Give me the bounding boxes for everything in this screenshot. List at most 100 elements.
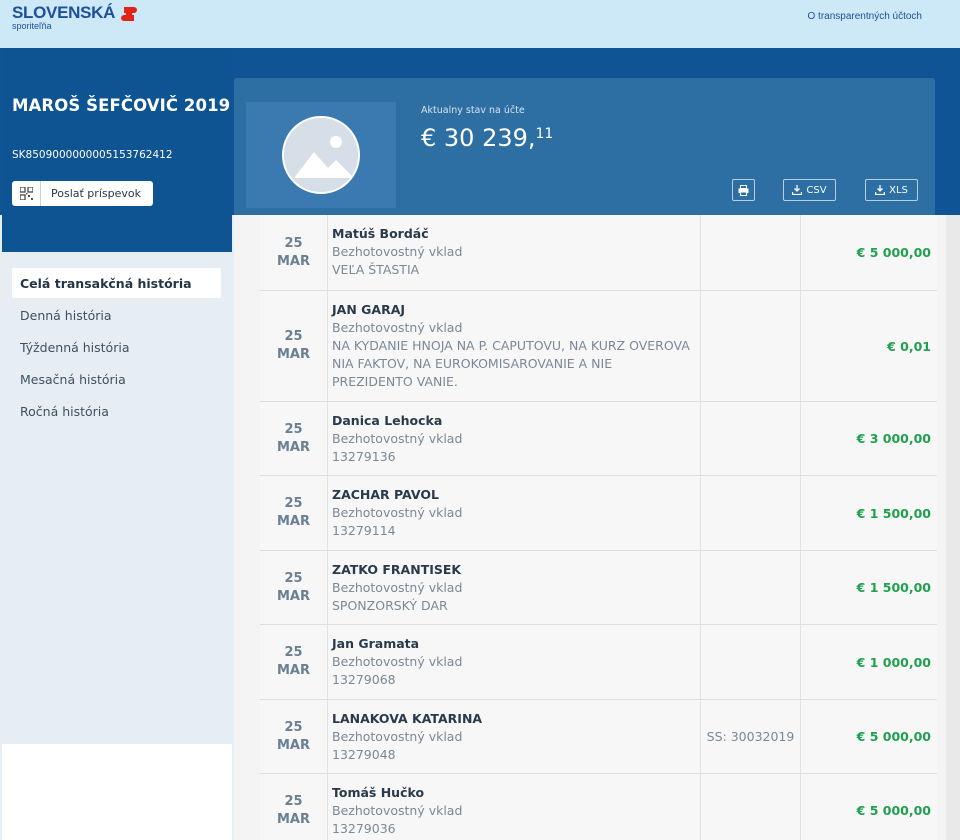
transaction-reference [700,774,801,840]
transaction-note: 13279136 [332,449,396,464]
xls-export-label: XLS [889,184,908,196]
transaction-amount: € 5 000,00 [856,803,931,818]
account-iban: SK8509000000005153762412 [12,149,173,161]
transaction-note: 13279068 [332,672,396,687]
transaction-date: 25 MAR [260,700,328,773]
transaction-day: 25 [284,719,303,735]
transaction-type: Bezhotovostný vklad [332,580,463,595]
balance-label: Aktualny stav na účte [421,105,525,116]
transparent-accounts-link[interactable]: O transparentných účtoch [807,11,922,22]
transaction-amount: € 1 500,00 [856,505,931,521]
sidebar-item-daily-history[interactable]: Denná história [12,300,221,330]
transaction-sender: LANAKOVA KATARINA [332,711,483,726]
printer-icon [738,184,749,196]
transaction-month: MAR [276,347,310,362]
transaction-type: Bezhotovostný vklad [332,729,463,744]
transaction-date: 25 MAR [260,215,328,290]
sidebar-item-weekly-history[interactable]: Týždenná história [12,332,221,362]
transaction-day: 25 [284,570,303,586]
transaction-note: VEĽA ŠTASTIA [332,262,420,277]
transaction-note: 13279114 [332,523,396,538]
transaction-details: LANAKOVA KATARINA Bezhotovostný vklad 13… [332,710,692,764]
transaction-list: 25 MAR Matúš Bordáč Bezhotovostný vklad … [234,215,947,840]
transaction-details: Jan Gramata Bezhotovostný vklad 13279068 [332,635,692,689]
transaction-row[interactable]: 25 MAR Tomáš Hučko Bezhotovostný vklad 1… [260,774,937,840]
transaction-details: Danica Lehocka Bezhotovostný vklad 13279… [332,412,692,466]
transaction-month: MAR [276,439,310,455]
transaction-details: Tomáš Hučko Bezhotovostný vklad 13279036 [332,784,692,838]
balance-amount-cents: 11 [535,126,554,142]
sidebar-item-full-history[interactable]: Celá transakčná história [12,268,221,298]
balance-panel: Aktualny stav na účte € 30 239,11 CSV XL… [234,78,935,215]
transaction-row[interactable]: 25 MAR Danica Lehocka Bezhotovostný vkla… [260,402,937,476]
transaction-sender: Danica Lehocka [332,413,443,428]
print-button[interactable] [732,179,755,201]
transaction-reference [700,476,801,550]
account-avatar [246,102,396,208]
account-name: MAROŠ ŠEFČOVIČ 2019 [12,96,231,115]
bank-logo-mark-icon [121,7,137,21]
transaction-type: Bezhotovostný vklad [332,431,463,446]
transaction-type: Bezhotovostný vklad [332,505,463,520]
transaction-type: Bezhotovostný vklad [332,654,463,669]
transaction-row[interactable]: 25 MAR JAN GARAJ Bezhotovostný vklad NA … [260,291,937,402]
transaction-reference [700,291,801,401]
transaction-reference [700,625,801,699]
transaction-day: 25 [284,235,303,251]
sidebar-item-monthly-history[interactable]: Mesačná história [12,364,221,394]
transaction-details: ZACHAR PAVOL Bezhotovostný vklad 1327911… [332,486,692,540]
balance-amount-main: € 30 239, [421,124,536,152]
transaction-type: Bezhotovostný vklad [332,803,463,818]
transaction-reference [700,402,801,475]
transaction-note: NA KYDANIE HNOJA NA P. CAPUTOVU, NA KURZ… [332,338,690,389]
transaction-amount: € 1 500,00 [856,580,931,595]
transaction-amount: € 3 000,00 [856,431,931,446]
transaction-row[interactable]: 25 MAR ZACHAR PAVOL Bezhotovostný vklad … [260,476,937,551]
transaction-row[interactable]: 25 MAR LANAKOVA KATARINA Bezhotovostný v… [260,700,937,774]
transaction-reference: SS: 30032019 [700,700,801,773]
download-icon [875,185,886,195]
transaction-day: 25 [284,793,303,809]
balance-amount: € 30 239,11 [421,124,553,152]
transaction-row[interactable]: 25 MAR Matúš Bordáč Bezhotovostný vklad … [260,215,937,291]
transaction-reference [700,215,801,290]
transaction-sender: Matúš Bordáč [332,226,429,241]
transaction-month: MAR [276,514,310,529]
transaction-note: 13279048 [332,747,396,762]
page-scrollbar[interactable] [946,215,960,840]
sidebar-item-yearly-history[interactable]: Ročná história [12,396,221,426]
transaction-date: 25 MAR [260,774,328,840]
transaction-day: 25 [284,645,303,660]
sidebar-footer-area [2,744,232,840]
xls-export-button[interactable]: XLS [865,179,918,201]
transaction-day: 25 [284,496,303,511]
transaction-day: 25 [284,421,303,437]
top-bar: SLOVENSKÁ sporiteľňa O transparentných ú… [0,0,960,48]
transaction-amount: € 1 000,00 [856,654,931,670]
transaction-date: 25 MAR [260,476,328,550]
transaction-amount: € 5 000,00 [856,245,931,260]
transaction-date: 25 MAR [260,402,328,475]
transaction-day: 25 [284,329,303,344]
csv-export-button[interactable]: CSV [783,179,836,201]
transaction-month: MAR [276,588,310,604]
bank-logo[interactable]: SLOVENSKÁ sporiteľňa [12,4,137,31]
transaction-month: MAR [276,737,310,753]
account-profile: MAROŠ ŠEFČOVIČ 2019 SK850900000000515376… [2,48,232,252]
donate-button[interactable]: Poslať príspevok [12,181,153,206]
csv-export-label: CSV [806,184,827,196]
logo-sub-text: sporiteľňa [12,21,52,31]
transaction-details: JAN GARAJ Bezhotovostný vklad NA KYDANIE… [332,301,692,391]
donate-button-label: Poslať príspevok [51,187,141,200]
transaction-type: Bezhotovostný vklad [332,320,463,335]
transaction-amount: € 5 000,00 [856,729,931,744]
transaction-row[interactable]: 25 MAR ZATKO FRANTISEK Bezhotovostný vkl… [260,551,937,625]
transaction-sender: Tomáš Hučko [332,785,425,800]
history-sidebar: Celá transakčná história Denná história … [2,252,232,744]
transaction-amount: € 0,01 [887,338,931,354]
transaction-reference [700,551,801,624]
transaction-note: SPONZORSKÝ DAR [332,598,448,613]
transaction-sender: ZATKO FRANTISEK [332,562,462,577]
transaction-row[interactable]: 25 MAR Jan Gramata Bezhotovostný vklad 1… [260,625,937,700]
qr-code-icon [12,181,41,206]
